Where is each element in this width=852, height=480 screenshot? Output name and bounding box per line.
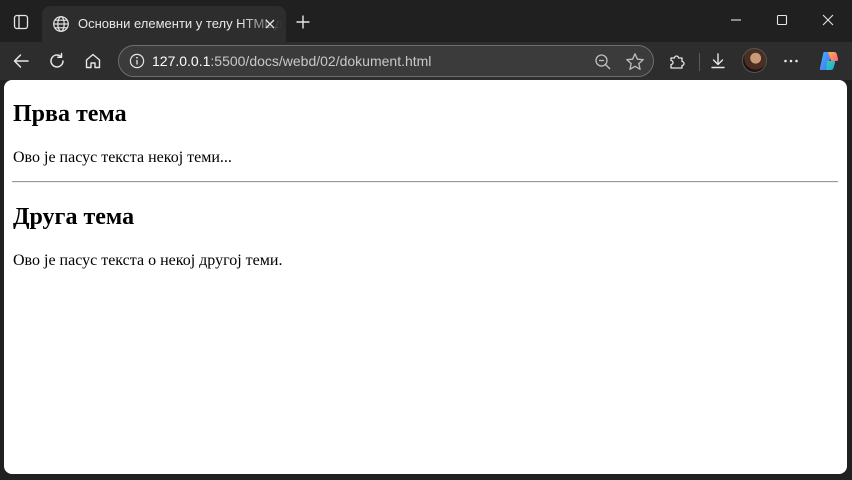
- tab-actions-button[interactable]: [6, 7, 36, 37]
- globe-icon: [53, 16, 69, 32]
- heading-first-topic: Прва тема: [13, 101, 127, 127]
- avatar[interactable]: [742, 48, 767, 73]
- home-button[interactable]: [78, 46, 108, 76]
- refresh-icon: [50, 52, 64, 68]
- url-text[interactable]: 127.0.0.1:5500/docs/webd/02/dokument.htm…: [152, 52, 431, 70]
- horizontal-rule: [12, 181, 838, 183]
- downloads-button[interactable]: [703, 46, 733, 76]
- paragraph-second-topic: Ово је пасус текста о некој другој теми.: [13, 252, 283, 269]
- maximize-button[interactable]: [759, 0, 805, 40]
- tab-title: Основни елементи у телу HTML документа: [78, 16, 282, 31]
- more-button[interactable]: [776, 46, 806, 76]
- info-icon[interactable]: [129, 53, 145, 69]
- puzzle-icon: [670, 55, 685, 69]
- tab-actions-icon: [13, 14, 29, 30]
- toolbar-separator: [699, 53, 700, 71]
- tab-strip: Основни елементи у телу HTML документа: [0, 0, 852, 42]
- copilot-icon[interactable]: [817, 49, 841, 73]
- address-bar[interactable]: 127.0.0.1:5500/docs/webd/02/dokument.htm…: [118, 45, 654, 77]
- active-tab[interactable]: Основни елементи у телу HTML документа: [42, 6, 286, 42]
- back-button[interactable]: [6, 46, 36, 76]
- star-icon[interactable]: [624, 51, 646, 73]
- page-viewport: Прва тема Ово је пасус текста некој теми…: [4, 80, 847, 474]
- heading-second-topic: Друга тема: [13, 204, 135, 230]
- home-icon: [85, 53, 101, 69]
- download-icon: [711, 53, 725, 69]
- zoom-out-icon[interactable]: [593, 52, 613, 72]
- maximize-icon: [776, 14, 788, 26]
- minimize-button[interactable]: [713, 0, 759, 40]
- more-dots-icon: [784, 59, 798, 63]
- minimize-icon: [731, 19, 741, 21]
- refresh-button[interactable]: [42, 46, 72, 76]
- paragraph-first-topic: Ово је пасус текста некој теми...: [13, 149, 232, 166]
- navigation-toolbar: 127.0.0.1:5500/docs/webd/02/dokument.htm…: [0, 42, 852, 80]
- back-arrow-icon: [13, 54, 29, 68]
- url-host: 127.0.0.1: [152, 53, 211, 69]
- extensions-button[interactable]: [662, 46, 692, 76]
- window-bottom-edge: [0, 474, 852, 480]
- close-window-button[interactable]: [805, 0, 851, 40]
- close-icon: [265, 19, 275, 29]
- plus-icon: [296, 15, 310, 29]
- new-tab-button[interactable]: [290, 9, 316, 35]
- url-path: :5500/docs/webd/02/dokument.html: [210, 53, 432, 69]
- tab-close-button[interactable]: [260, 14, 280, 34]
- close-window-icon: [822, 14, 834, 26]
